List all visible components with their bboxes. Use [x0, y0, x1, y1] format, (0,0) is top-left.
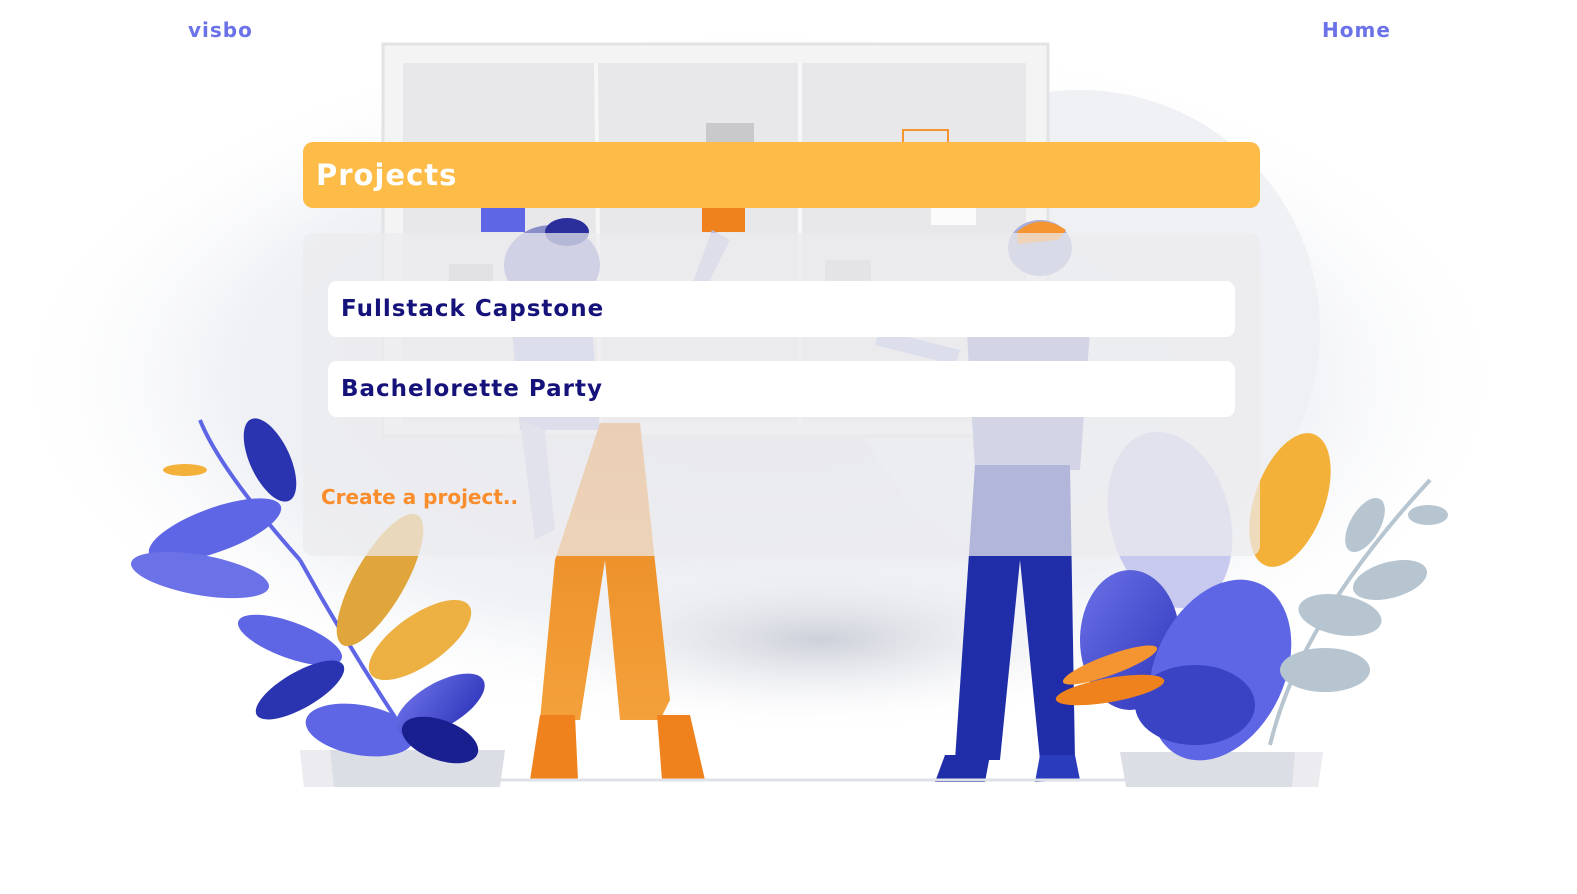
project-card-fullstack-capstone[interactable]: Fullstack Capstone	[328, 281, 1235, 337]
project-name: Bachelorette Party	[341, 376, 603, 402]
nav-home-link[interactable]: Home	[1322, 18, 1391, 42]
projects-header: Projects	[303, 142, 1260, 208]
project-card-bachelorette-party[interactable]: Bachelorette Party	[328, 361, 1235, 417]
project-name: Fullstack Capstone	[341, 296, 605, 322]
page-title: Projects	[316, 158, 458, 192]
projects-panel: Fullstack Capstone Bachelorette Party Cr…	[303, 233, 1260, 556]
page: visbo Home Projects Fullstack Capstone B…	[0, 0, 1577, 894]
create-project-link[interactable]: Create a project..	[321, 485, 518, 509]
brand-logo-link[interactable]: visbo	[188, 18, 253, 42]
